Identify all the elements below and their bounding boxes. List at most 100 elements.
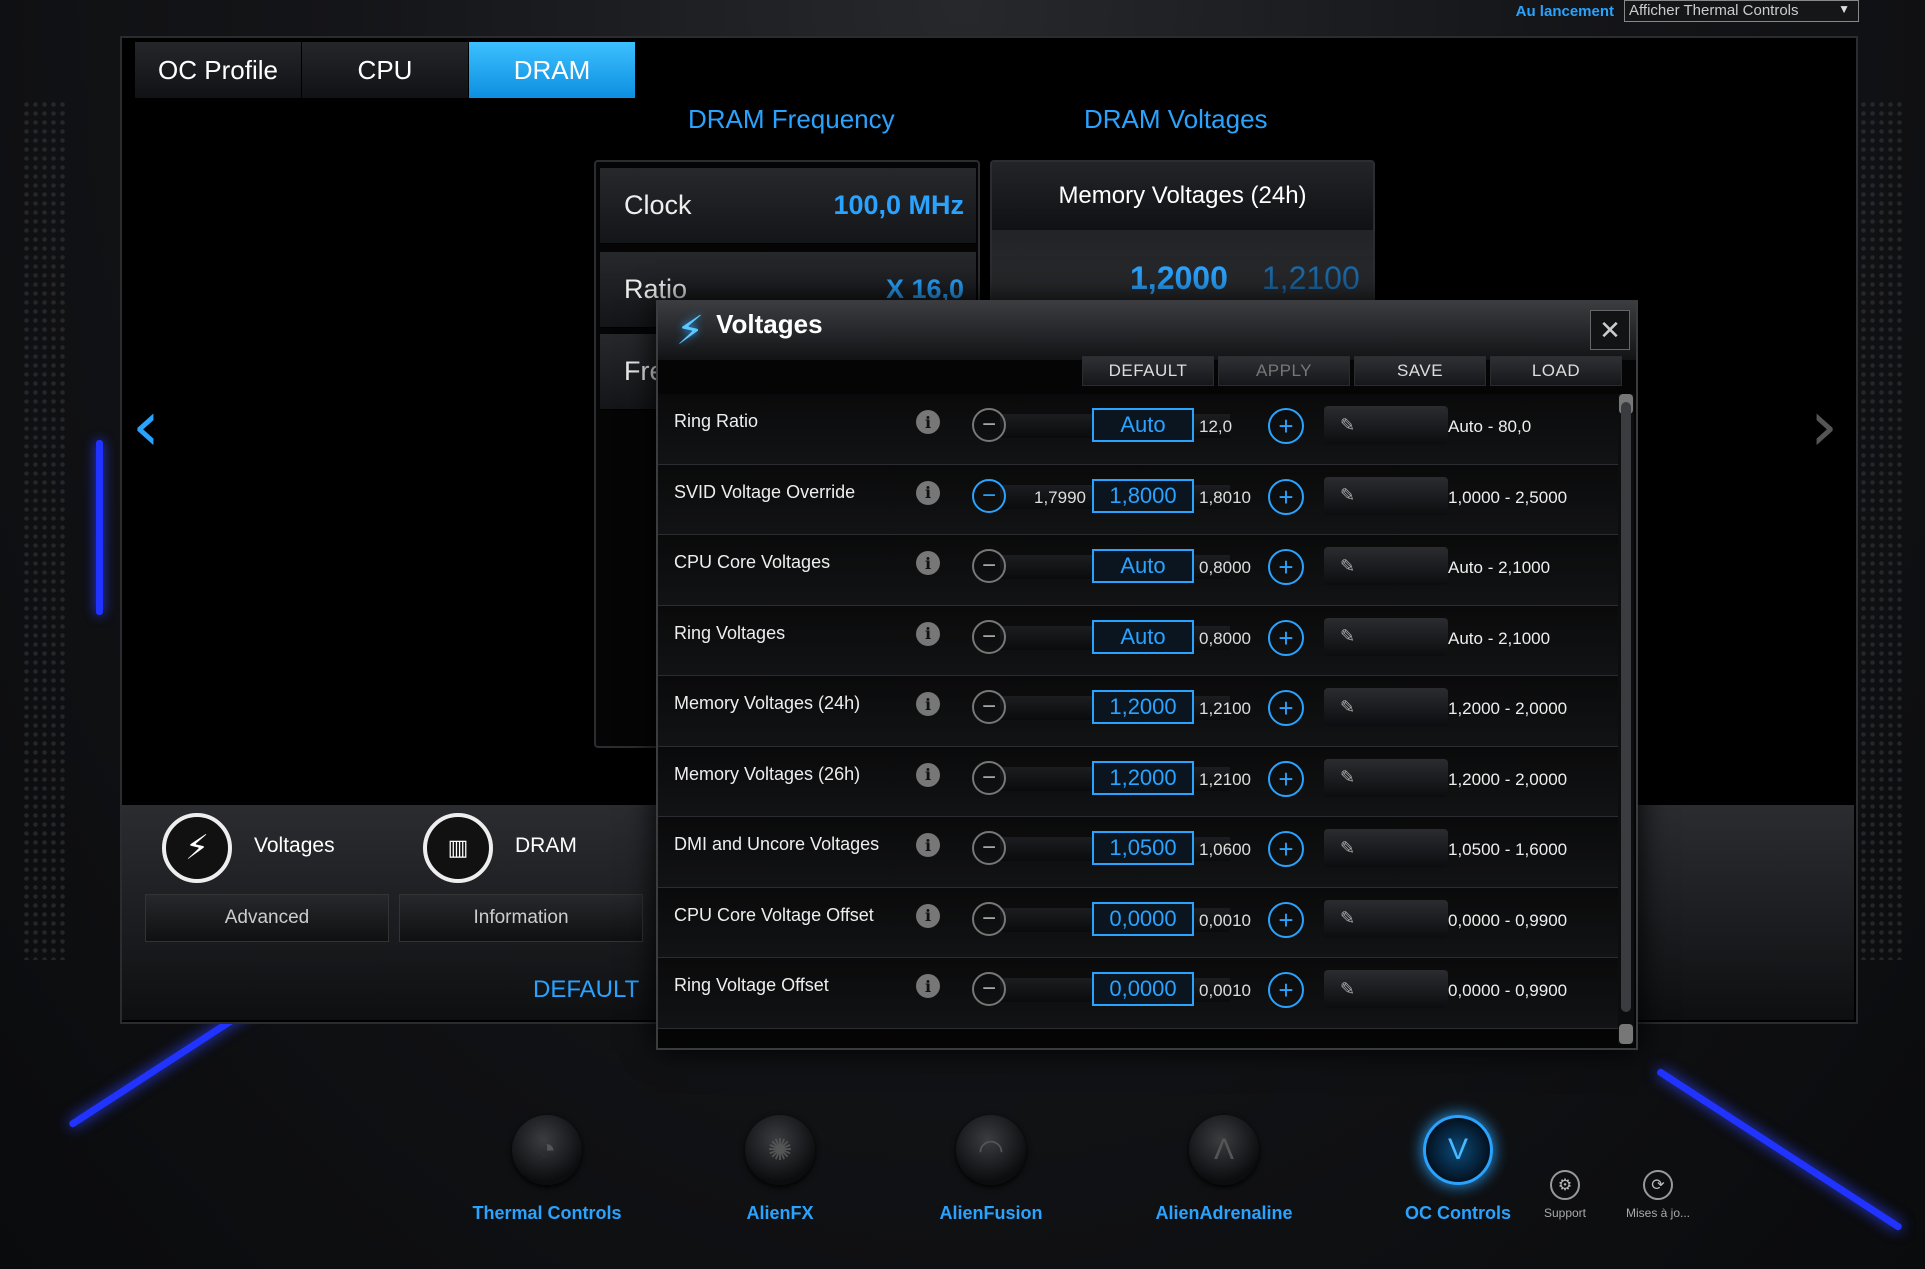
- voltage-row: Ring Voltage Offset i − 0,0000 0,0010 + …: [658, 958, 1618, 1029]
- edit-pencil-icon[interactable]: ✎: [1324, 829, 1448, 867]
- info-icon[interactable]: i: [916, 410, 940, 434]
- increment-button[interactable]: +: [1268, 408, 1304, 444]
- info-icon[interactable]: i: [916, 551, 940, 575]
- info-icon[interactable]: i: [916, 480, 940, 505]
- tab-cpu[interactable]: CPU: [302, 42, 469, 98]
- dialog-apply-button[interactable]: APPLY: [1218, 356, 1350, 386]
- default-button[interactable]: DEFAULT: [533, 976, 639, 1004]
- dialog-save-button[interactable]: SAVE: [1354, 356, 1486, 386]
- next-value: 0,8000: [1199, 628, 1251, 648]
- current-value[interactable]: Auto: [1092, 619, 1194, 654]
- close-icon[interactable]: ✕: [1590, 310, 1630, 350]
- dram-voltage-values: 1,2000 1,2100: [992, 230, 1373, 297]
- decrement-button[interactable]: −: [972, 831, 1006, 865]
- info-icon[interactable]: i: [916, 692, 940, 716]
- value-range: Auto - 2,1000: [1448, 558, 1551, 577]
- tab-oc-profile[interactable]: OC Profile: [135, 42, 302, 98]
- freq-label: Clock: [624, 190, 692, 220]
- decrement-button[interactable]: −: [972, 478, 1006, 513]
- dock-label: AlienAdrenaline: [1155, 1203, 1293, 1223]
- edit-pencil-icon[interactable]: ✎: [1324, 617, 1448, 656]
- thermal-icon: ◔: [512, 1115, 582, 1185]
- support-link[interactable]: ⚙ Support: [1520, 1170, 1610, 1220]
- edit-pencil-icon[interactable]: ✎: [1324, 406, 1448, 444]
- decrement-button[interactable]: −: [972, 972, 1006, 1006]
- decrement-button[interactable]: −: [972, 690, 1006, 724]
- current-value[interactable]: 0,0000: [1092, 901, 1194, 936]
- decrement-button[interactable]: −: [972, 408, 1006, 442]
- dock-thermal-controls[interactable]: ◔ Thermal Controls: [447, 1115, 647, 1224]
- info-icon[interactable]: i: [916, 762, 940, 787]
- tab-dram[interactable]: DRAM: [469, 42, 636, 98]
- increment-button[interactable]: +: [1268, 760, 1304, 797]
- mini-label: Support: [1543, 1206, 1587, 1220]
- launch-selector: Au lancement Afficher Thermal Controls ▼: [1516, 0, 1859, 22]
- edit-pencil-icon[interactable]: ✎: [1324, 899, 1448, 938]
- updates-link[interactable]: ⟳ Mises à jo...: [1613, 1170, 1703, 1220]
- next-page-arrow-icon[interactable]: ›: [1810, 385, 1838, 467]
- current-value[interactable]: 1,0500: [1092, 831, 1194, 865]
- row-name: CPU Core Voltages: [674, 552, 831, 572]
- voltages-bolt-icon[interactable]: ⚡: [162, 813, 232, 883]
- increment-button[interactable]: +: [1268, 478, 1304, 515]
- scroll-thumb[interactable]: [1621, 402, 1631, 1012]
- dialog-title: Voltages: [716, 308, 823, 339]
- dock-alienfx[interactable]: ✺ AlienFX: [680, 1115, 880, 1224]
- alienfx-icon: ✺: [745, 1115, 815, 1185]
- decrement-button[interactable]: −: [972, 760, 1006, 795]
- decrement-button[interactable]: −: [972, 549, 1006, 583]
- voltage-row: DMI and Uncore Voltages i − 1,0500 1,060…: [658, 817, 1618, 888]
- freq-row-clock[interactable]: Clock 100,0 MHz: [600, 168, 976, 244]
- value-range: 0,0000 - 0,9900: [1448, 981, 1568, 1000]
- increment-button[interactable]: +: [1268, 831, 1304, 867]
- increment-button[interactable]: +: [1268, 549, 1304, 585]
- dram-module-icon[interactable]: ▥: [423, 813, 493, 883]
- information-button[interactable]: Information: [399, 894, 643, 942]
- edit-pencil-icon[interactable]: ✎: [1324, 476, 1448, 515]
- support-icon: ⚙: [1550, 1170, 1580, 1200]
- dock-label: AlienFX: [746, 1203, 814, 1223]
- edit-pencil-icon[interactable]: ✎: [1324, 758, 1448, 797]
- current-value[interactable]: Auto: [1092, 408, 1194, 442]
- edit-pencil-icon[interactable]: ✎: [1324, 688, 1448, 726]
- decrement-button[interactable]: −: [972, 619, 1006, 654]
- row-name: Ring Ratio: [674, 411, 759, 431]
- dock-label: Thermal Controls: [472, 1203, 622, 1223]
- increment-button[interactable]: +: [1268, 619, 1304, 656]
- dialog-default-button[interactable]: DEFAULT: [1082, 356, 1214, 386]
- scroll-down-cap[interactable]: [1619, 1024, 1633, 1044]
- chevron-down-icon: ▼: [1838, 2, 1850, 16]
- current-value[interactable]: 1,2000: [1092, 760, 1194, 795]
- dialog-scrollbar[interactable]: [1618, 394, 1634, 1044]
- info-icon[interactable]: i: [916, 974, 940, 998]
- info-icon[interactable]: i: [916, 833, 940, 857]
- current-value[interactable]: 1,8000: [1092, 478, 1194, 513]
- dialog-load-button[interactable]: LOAD: [1490, 356, 1622, 386]
- dock-alienadrenaline[interactable]: Λ AlienAdrenaline: [1124, 1115, 1324, 1224]
- info-icon[interactable]: i: [916, 621, 940, 646]
- dram-voltages-title: DRAM Voltages: [1084, 104, 1268, 134]
- decrement-button[interactable]: −: [972, 901, 1006, 936]
- voltage-row: CPU Core Voltage Offset i − 0,0000 0,001…: [658, 887, 1618, 958]
- launch-dropdown[interactable]: Afficher Thermal Controls ▼: [1624, 0, 1859, 22]
- increment-button[interactable]: +: [1268, 901, 1304, 938]
- next-value: 1,8010: [1199, 487, 1251, 507]
- dock-alienfusion[interactable]: ◠ AlienFusion: [891, 1115, 1091, 1224]
- value-range: Auto - 2,1000: [1448, 628, 1551, 648]
- info-icon[interactable]: i: [916, 903, 940, 928]
- current-value[interactable]: 1,2000: [1092, 690, 1194, 724]
- lightning-icon: ⚡: [676, 309, 705, 353]
- dock-label: AlienFusion: [939, 1203, 1043, 1223]
- edit-pencil-icon[interactable]: ✎: [1324, 547, 1448, 585]
- increment-button[interactable]: +: [1268, 690, 1304, 726]
- prev-page-arrow-icon[interactable]: ‹: [132, 385, 160, 467]
- advanced-button[interactable]: Advanced: [145, 894, 389, 942]
- next-value: 1,2100: [1199, 769, 1251, 789]
- current-value[interactable]: Auto: [1092, 549, 1194, 583]
- current-value[interactable]: 0,0000: [1092, 972, 1194, 1006]
- edit-pencil-icon[interactable]: ✎: [1324, 970, 1448, 1008]
- increment-button[interactable]: +: [1268, 972, 1304, 1008]
- next-value: 0,0010: [1199, 910, 1251, 930]
- value-range: 1,2000 - 2,0000: [1448, 769, 1568, 789]
- voltage-row: Ring Ratio i − Auto 12,0 + ✎ Auto - 80,0: [658, 394, 1618, 465]
